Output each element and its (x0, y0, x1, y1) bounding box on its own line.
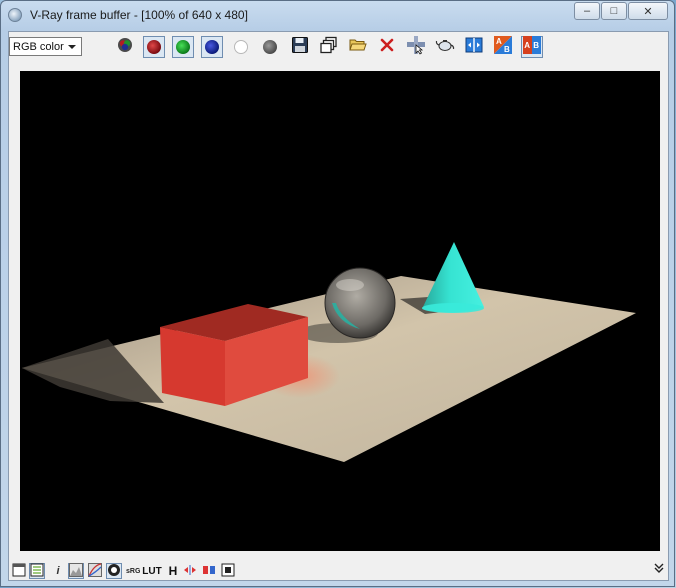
close-button[interactable]: ✕ (628, 2, 668, 20)
cone-base (422, 303, 484, 313)
curve-correction-button[interactable] (87, 562, 103, 580)
levels-icon (69, 562, 83, 580)
pixel-grid-icon (221, 563, 235, 580)
sphere-highlight (336, 279, 364, 291)
alpha-channel-icon (234, 40, 248, 54)
track-mouse-button[interactable] (405, 35, 427, 60)
flip-horizontal-icon (183, 563, 197, 580)
red-channel-icon (147, 40, 161, 54)
histogram-icon: H (168, 564, 178, 578)
blue-channel-icon (205, 40, 219, 54)
vertical-compare-button[interactable] (463, 36, 485, 58)
channel-select-value: RGB color (13, 40, 64, 53)
monochrome-button[interactable] (259, 36, 281, 58)
curve-icon (88, 562, 102, 580)
save-image-button[interactable] (289, 36, 311, 58)
render-button[interactable] (434, 36, 456, 58)
info-button[interactable]: i (50, 563, 66, 579)
multiple-windows-icon (320, 36, 338, 59)
lut-icon: LUT (142, 565, 162, 577)
close-icon: ✕ (643, 5, 653, 18)
window-controls: – □ ✕ (574, 2, 668, 20)
minimize-icon: – (583, 5, 591, 17)
exposure-button[interactable] (106, 563, 122, 579)
app-icon[interactable] (8, 8, 22, 22)
render-viewport[interactable] (20, 71, 660, 551)
toolbar: RGB color A B A B (9, 32, 668, 62)
monochrome-icon (263, 40, 277, 54)
alpha-channel-button[interactable] (230, 36, 252, 58)
green-channel-button[interactable] (172, 36, 194, 58)
toggle-panel-button[interactable] (11, 563, 27, 579)
info-icon: i (56, 565, 60, 577)
pixel-aspect-button[interactable] (220, 563, 236, 579)
lut-button[interactable]: LUT (142, 563, 162, 579)
show-rgb-button[interactable] (114, 36, 136, 58)
history-compare-button[interactable]: A B (492, 35, 514, 60)
window-title: V-Ray frame buffer - [100% of 640 x 480] (30, 8, 248, 22)
vertical-flip-button[interactable] (201, 563, 217, 579)
minimize-button[interactable]: – (574, 2, 600, 20)
ab-compare-button[interactable]: A B (521, 35, 543, 60)
flip-vertical-icon (202, 563, 216, 580)
rgb-icon (117, 37, 133, 58)
render-region-button[interactable] (29, 563, 45, 579)
frame-buffer-client: RGB color A B A B i sRG LUT H (8, 31, 669, 581)
svg-text:B: B (504, 45, 510, 54)
double-chevron-down-icon (653, 561, 665, 579)
channel-select[interactable]: RGB color (9, 37, 82, 56)
color-correction-button[interactable] (68, 562, 84, 580)
expand-panel-button[interactable] (652, 563, 666, 577)
svg-text:B: B (533, 41, 539, 50)
horizontal-flip-button[interactable] (182, 563, 198, 579)
svg-text:A: A (524, 41, 530, 50)
chevron-down-icon (68, 45, 76, 49)
vray-frame-buffer-window: V-Ray frame buffer - [100% of 640 x 480]… (0, 0, 675, 587)
red-channel-button[interactable] (143, 36, 165, 58)
ab-diagonal-icon: A B (493, 35, 513, 60)
status-bar: i sRGB (9, 560, 668, 581)
srgb-icon: sRGB (126, 563, 145, 580)
crosshair-cursor-icon (406, 35, 426, 60)
clear-x-icon (379, 37, 395, 58)
maximize-icon: □ (610, 5, 618, 17)
load-image-button[interactable] (347, 36, 369, 58)
compare-split-icon (465, 36, 483, 59)
cyan-cone (422, 242, 484, 313)
floppy-disk-icon (291, 36, 309, 59)
blue-channel-button[interactable] (201, 36, 223, 58)
title-bar[interactable]: V-Ray frame buffer - [100% of 640 x 480]… (1, 1, 674, 31)
srgb-button[interactable]: sRGB (125, 563, 145, 580)
rendered-scene (22, 242, 636, 462)
window-panel-icon (12, 563, 26, 580)
histogram-button[interactable]: H (165, 563, 181, 579)
svg-text:sRGB: sRGB (126, 568, 140, 575)
region-list-icon (30, 563, 44, 580)
maximize-button[interactable]: □ (601, 2, 627, 20)
green-channel-icon (176, 40, 190, 54)
ab-split-icon: A B (522, 35, 542, 60)
folder-open-icon (349, 36, 367, 59)
teapot-icon (435, 36, 455, 59)
save-all-button[interactable] (318, 36, 340, 58)
exposure-icon (107, 563, 121, 580)
clear-image-button[interactable] (376, 36, 398, 58)
svg-text:A: A (496, 37, 502, 46)
